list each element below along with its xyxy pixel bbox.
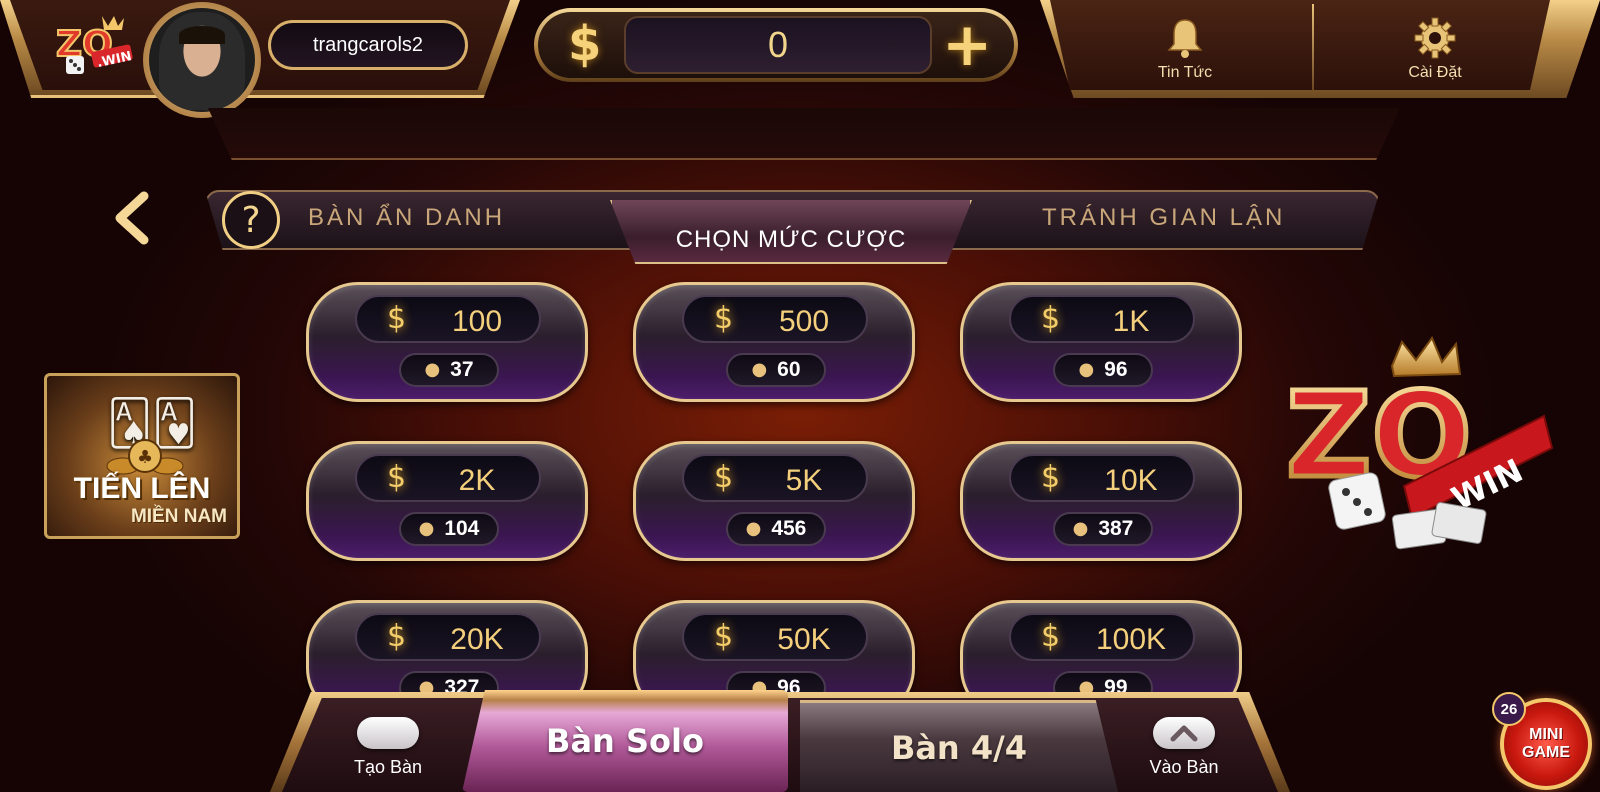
bet-amount-box: $100 <box>355 295 541 343</box>
dollar-icon: $ <box>1041 301 1061 336</box>
dollar-icon: $ <box>1041 619 1061 654</box>
back-button[interactable] <box>112 190 162 250</box>
tab-choose-bet-level[interactable]: CHỌN MỨC CƯỢC <box>610 200 972 264</box>
settings-button[interactable]: Cài Đặt <box>1360 0 1510 90</box>
crown-icon <box>102 16 124 30</box>
player-count: 60 <box>777 358 801 381</box>
dollar-icon: $ <box>714 460 734 495</box>
zowin-logo-small: ZO .WIN <box>55 16 133 74</box>
user-icon: ● <box>745 518 762 539</box>
tab-anonymous-table[interactable]: BÀN ẨN DANH <box>308 204 505 232</box>
join-table-button[interactable]: Vào Bàn <box>1124 704 1244 788</box>
tab-anti-cheat[interactable]: TRÁNH GIAN LẬN <box>1042 204 1285 232</box>
news-button[interactable]: Tin Tức <box>1110 0 1260 90</box>
bet-amount: 10K <box>1104 464 1158 497</box>
tab-choose-bet-level-label: CHỌN MỨC CƯỢC <box>675 226 907 253</box>
dollar-icon: $ <box>714 619 734 654</box>
player-count-box: ● 456 <box>726 512 826 546</box>
create-table-button[interactable]: Tạo Bàn <box>328 704 448 788</box>
bet-level-card[interactable]: $2K ● 104 <box>306 441 588 561</box>
bet-amount-box: $2K <box>355 454 541 502</box>
bet-amount-box: $1K <box>1009 295 1195 343</box>
bet-amount: 100K <box>1095 623 1167 656</box>
settings-label: Cài Đặt <box>1408 64 1462 81</box>
bet-amount: 500 <box>778 305 830 338</box>
minigame-count-badge: 26 <box>1492 692 1526 726</box>
bet-amount: 50K <box>777 623 831 656</box>
gear-icon <box>1414 17 1456 59</box>
bet-level-card[interactable]: $100 ● 37 <box>306 282 588 402</box>
user-icon: ● <box>418 518 435 539</box>
balance-value: 0 <box>624 16 932 74</box>
bet-amount: 1K <box>1112 305 1150 338</box>
player-count-box: ● 60 <box>726 353 826 387</box>
help-icon[interactable]: ? <box>222 191 280 249</box>
bet-amount: 2K <box>458 464 496 497</box>
bet-amount: 100 <box>451 305 503 338</box>
bet-amount-box: $500 <box>682 295 868 343</box>
dollar-icon: $ <box>387 460 407 495</box>
dollar-icon: $ <box>387 301 407 336</box>
game-title: TIẾN LÊN <box>73 472 211 505</box>
player-count-box: ● 37 <box>399 353 499 387</box>
bet-level-card[interactable]: $10K ● 387 <box>960 441 1242 561</box>
dollar-icon: $ <box>1041 460 1061 495</box>
svg-text:♣: ♣ <box>137 447 153 468</box>
avatar-image <box>149 8 255 112</box>
minigame-label-2: GAME <box>1522 744 1570 761</box>
bet-amount: 5K <box>785 464 823 497</box>
bet-amount-box: $100K <box>1009 613 1195 661</box>
chevron-left-icon <box>115 191 149 245</box>
four-player-table-label: Bàn 4/4 <box>890 728 1028 767</box>
player-count-box: ● 96 <box>1053 353 1153 387</box>
zowin-logo-large: ZO .WIN <box>1284 336 1554 550</box>
bet-level-card[interactable]: $5K ● 456 <box>633 441 915 561</box>
minigame-label-1: MINI <box>1529 726 1563 743</box>
player-count: 37 <box>450 358 474 381</box>
announcement-bar <box>208 108 1400 160</box>
player-count: 104 <box>444 517 480 540</box>
username-label: trangcarols2 <box>268 20 468 70</box>
avatar[interactable] <box>143 2 261 118</box>
divider <box>1312 4 1314 90</box>
player-count: 96 <box>1104 358 1128 381</box>
player-count: 387 <box>1098 517 1134 540</box>
user-icon: ● <box>1072 518 1089 539</box>
player-count-box: ● 387 <box>1053 512 1153 546</box>
bet-level-card[interactable]: $1K ● 96 <box>960 282 1242 402</box>
user-icon: ● <box>1078 359 1095 380</box>
create-table-icon <box>357 717 419 749</box>
solo-table-button[interactable]: Bàn Solo <box>462 690 788 792</box>
balance-bar: $ 0 + <box>534 8 1018 82</box>
bet-amount: 20K <box>450 623 504 656</box>
bet-amount-box: $5K <box>682 454 868 502</box>
add-money-button[interactable]: + <box>942 12 992 78</box>
create-table-label: Tạo Bàn <box>353 757 423 777</box>
bet-amount-box: $50K <box>682 613 868 661</box>
user-icon: ● <box>751 359 768 380</box>
bet-amount-box: $10K <box>1009 454 1195 502</box>
dollar-icon: $ <box>568 16 602 72</box>
player-count: 456 <box>771 517 807 540</box>
join-table-label: Vào Bàn <box>1149 757 1219 777</box>
news-label: Tin Tức <box>1157 64 1213 81</box>
chevron-up-icon <box>1153 717 1215 749</box>
bet-amount-box: $20K <box>355 613 541 661</box>
dollar-icon: $ <box>387 619 407 654</box>
bell-icon <box>1167 19 1203 58</box>
player-count-box: ● 104 <box>399 512 499 546</box>
four-player-table-button[interactable]: Bàn 4/4 <box>800 700 1118 792</box>
user-icon: ● <box>424 359 441 380</box>
dollar-icon: $ <box>714 301 734 336</box>
game-subtitle: MIỀN NAM <box>130 506 227 527</box>
game-thumbnail: 🂡🂱 ♣ TIẾN LÊN MIỀN NAM <box>44 373 240 539</box>
bet-level-card[interactable]: $500 ● 60 <box>633 282 915 402</box>
solo-table-label: Bàn Solo <box>546 722 704 760</box>
